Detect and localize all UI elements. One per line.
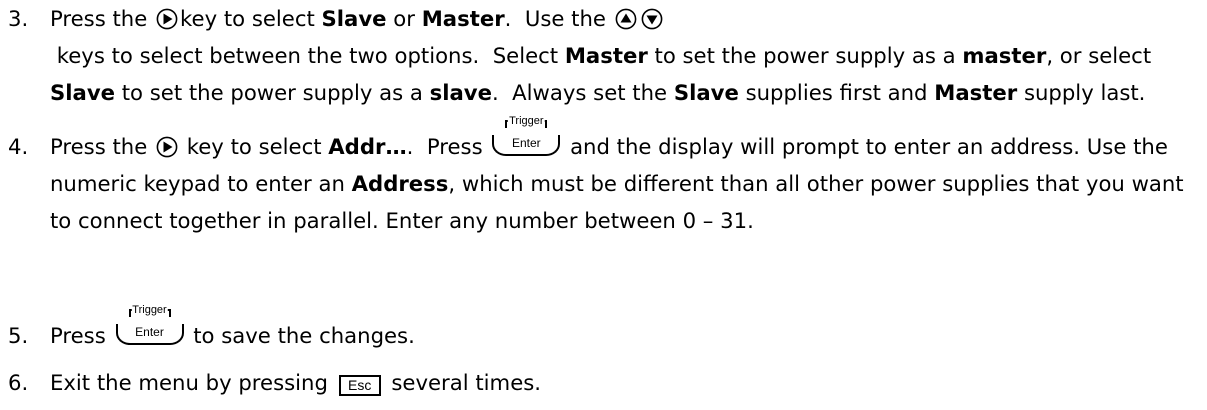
- step-3-text: Press the key to select Slave or Master.…: [50, 6, 1152, 105]
- down-arrow-circle-icon: [641, 8, 663, 30]
- step-4: 4. Press the key to select Addr…. Press …: [8, 115, 1203, 239]
- step-number: 3.: [8, 6, 29, 31]
- step-number: 4.: [8, 134, 29, 159]
- step-6: 6. Exit the menu by pressing Esc several…: [8, 364, 1203, 401]
- trigger-label: Trigger: [508, 115, 545, 127]
- enter-key-label: Enter: [115, 324, 184, 345]
- trigger-label: Trigger: [131, 304, 168, 316]
- step-5: 5. Press Trigger Enter to save the change…: [8, 304, 1203, 354]
- enter-key-icon: Trigger Enter: [115, 304, 184, 346]
- up-arrow-circle-icon: [615, 8, 637, 30]
- right-arrow-circle-icon: [156, 8, 178, 30]
- step-6-text: Exit the menu by pressing Esc several ti…: [50, 370, 541, 396]
- step-4-text: Press the key to select Addr…. Press Tri…: [50, 115, 1184, 233]
- esc-key-icon: Esc: [338, 375, 381, 396]
- enter-key-label: Enter: [492, 135, 561, 156]
- step-number: 5.: [8, 323, 29, 348]
- step-3: 3. Press the key to select Slave or Mast…: [8, 0, 1203, 111]
- step-number: 6.: [8, 370, 29, 395]
- step-5-text: Press Trigger Enter to save the changes.: [50, 304, 415, 348]
- right-arrow-circle-icon: [156, 136, 178, 158]
- enter-key-icon: Trigger Enter: [492, 115, 561, 157]
